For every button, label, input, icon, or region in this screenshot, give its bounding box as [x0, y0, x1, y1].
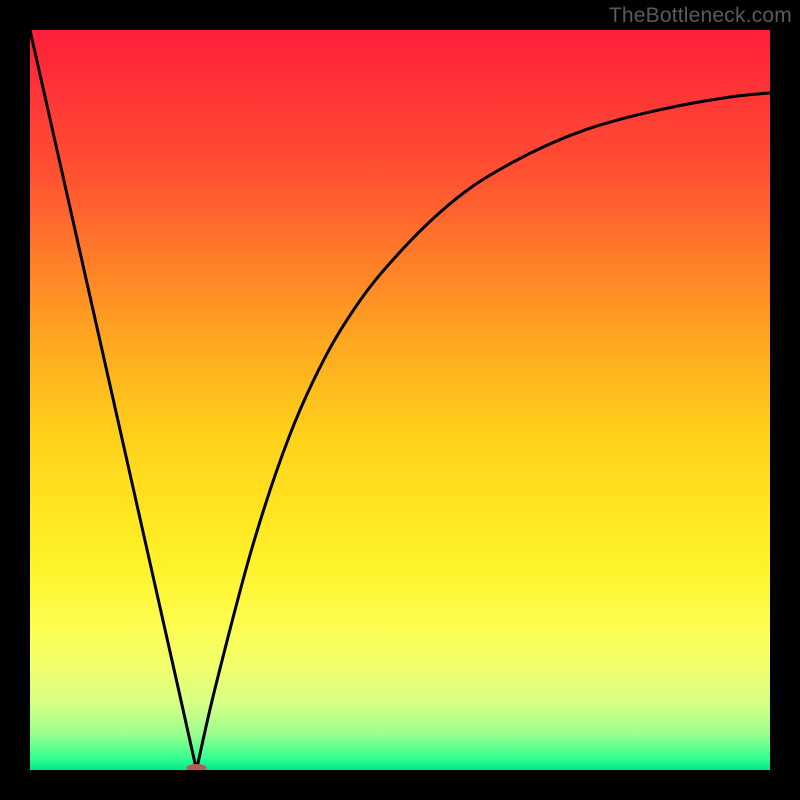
chart-svg	[30, 30, 770, 770]
heatmap-background	[30, 30, 770, 770]
watermark-text: TheBottleneck.com	[609, 4, 792, 28]
chart-frame: TheBottleneck.com	[0, 0, 800, 800]
plot-area	[30, 30, 770, 770]
